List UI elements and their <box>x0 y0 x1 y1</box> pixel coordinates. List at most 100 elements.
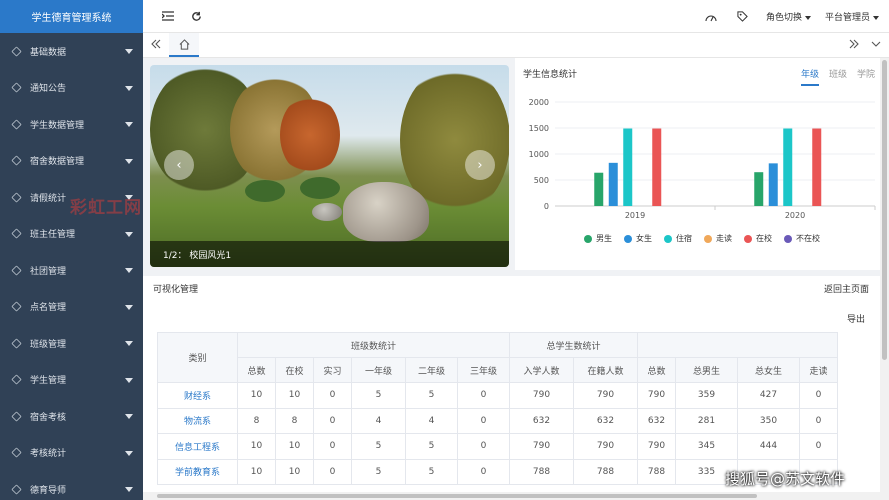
category-link[interactable]: 学前教育系 <box>157 458 238 485</box>
sidebar-item[interactable]: 学生管理 <box>0 362 143 399</box>
y-tick-label: 1500 <box>529 124 549 133</box>
menu-fold-icon[interactable] <box>159 7 177 25</box>
legend-swatch <box>704 234 712 243</box>
section-header: 可视化管理 返回主页面 <box>143 276 889 298</box>
tab-class[interactable]: 班级 <box>829 67 847 86</box>
sidebar-item[interactable]: 基础数据 <box>0 33 143 70</box>
chart-bar <box>812 128 822 206</box>
scroll-right-icon[interactable] <box>849 39 859 52</box>
sidebar-item[interactable]: 考核统计 <box>0 435 143 472</box>
column-header: 入学人数 <box>509 357 574 383</box>
legend-swatch <box>744 234 752 243</box>
sidebar-item[interactable]: 德育导师 <box>0 471 143 500</box>
back-home-link[interactable]: 返回主页面 <box>824 282 869 295</box>
role-switch-dropdown[interactable]: 角色切换 <box>766 10 811 23</box>
y-tick-label: 2000 <box>529 98 549 107</box>
column-header: 一年级 <box>351 357 406 383</box>
tab-home[interactable] <box>169 33 199 57</box>
carousel-next-button[interactable]: › <box>465 150 495 180</box>
table-cell: 0 <box>313 407 352 434</box>
cube-icon <box>11 301 22 312</box>
column-header: 在籍人数 <box>573 357 638 383</box>
cube-icon <box>11 484 22 495</box>
column-header: 总数 <box>237 357 276 383</box>
home-icon <box>179 38 189 50</box>
sidebar-item[interactable]: 班级管理 <box>0 325 143 362</box>
shrub-image <box>245 180 285 202</box>
carousel-prev-button[interactable]: ‹ <box>164 150 194 180</box>
scroll-thumb[interactable] <box>882 60 887 360</box>
tab-grade[interactable]: 年级 <box>800 67 819 86</box>
legend-label: 男生 <box>596 234 612 243</box>
cube-icon <box>11 46 22 57</box>
legend-item[interactable]: 在校 <box>744 233 772 244</box>
vertical-scrollbar[interactable] <box>880 58 889 500</box>
sidebar-menu: 基础数据 通知公告 学生数据管理 宿舍数据管理 请假统计 班主任管理 社团管理 点名管理 班级管… <box>0 33 143 500</box>
table-cell: 345 <box>675 433 738 460</box>
user-name: 平台管理员 <box>824 13 870 23</box>
carousel-caption: 1/2： 校园风光1 <box>150 241 509 267</box>
table-cell: 4 <box>351 407 406 434</box>
sidebar-item[interactable]: 点名管理 <box>0 289 143 326</box>
table-cell: 0 <box>799 382 838 409</box>
sidebar-item[interactable]: 班主任管理 <box>0 216 143 253</box>
user-dropdown[interactable]: 平台管理员 <box>825 10 879 23</box>
sidebar-item[interactable]: 通知公告 <box>0 70 143 107</box>
export-button[interactable]: 导出 <box>847 312 865 325</box>
sidebar-item[interactable]: 宿舍考核 <box>0 398 143 435</box>
sidebar-item-label: 德育导师 <box>30 485 67 496</box>
table-cell: 632 <box>637 407 676 434</box>
tag-icon[interactable] <box>734 8 752 26</box>
table-cell: 788 <box>509 458 574 485</box>
horizontal-scrollbar[interactable] <box>143 492 889 500</box>
sidebar-item-label: 学生数据管理 <box>30 120 85 131</box>
legend-item[interactable]: 走读 <box>704 233 732 244</box>
sidebar-item[interactable]: 学生数据管理 <box>0 106 143 143</box>
legend-item[interactable]: 女生 <box>624 233 652 244</box>
category-link[interactable]: 物流系 <box>157 407 238 434</box>
dashboard-icon[interactable] <box>702 8 720 26</box>
y-tick-label: 1000 <box>529 150 549 159</box>
header-student-stats: 总学生数统计 <box>509 332 638 358</box>
sidebar-item-label: 班级管理 <box>30 339 67 350</box>
top-bar: 角色切换 平台管理员 <box>143 0 889 33</box>
chevron-down-icon[interactable] <box>871 39 881 52</box>
legend-item[interactable]: 住宿 <box>664 233 692 244</box>
category-link[interactable]: 财经系 <box>157 382 238 409</box>
chart-bar <box>652 128 662 206</box>
scroll-left-icon[interactable] <box>151 39 161 52</box>
table-cell: 790 <box>637 433 676 460</box>
column-header: 总女生 <box>737 357 800 383</box>
table-cell: 0 <box>457 458 510 485</box>
table-cell: 10 <box>275 382 314 409</box>
legend-swatch <box>784 234 792 243</box>
table-row: 财经系 10 10 0 5 5 0 790 790 790 359 427 0 <box>157 382 838 409</box>
legend-item[interactable]: 不在校 <box>784 233 820 244</box>
table-row: 信息工程系 10 10 0 5 5 0 790 790 790 345 444 0 <box>157 433 838 460</box>
table-cell: 788 <box>573 458 638 485</box>
refresh-icon[interactable] <box>187 7 205 25</box>
tree-image <box>280 95 340 175</box>
export-row: 导出 <box>143 298 889 328</box>
legend-label: 走读 <box>716 234 732 243</box>
chevron-down-icon <box>125 49 133 55</box>
table-cell: 790 <box>509 433 574 460</box>
watermark-bottom: 搜狐号@苏文软件 <box>725 470 846 488</box>
tab-college[interactable]: 学院 <box>857 67 875 86</box>
chart-bar <box>754 172 764 206</box>
legend-label: 不在校 <box>796 234 820 243</box>
table-cell: 427 <box>737 382 800 409</box>
sidebar-item-label: 点名管理 <box>30 303 67 314</box>
table-cell: 790 <box>509 382 574 409</box>
table-cell: 5 <box>351 433 406 460</box>
sidebar-item-label: 宿舍考核 <box>30 412 67 423</box>
table-cell: 790 <box>637 382 676 409</box>
legend-item[interactable]: 男生 <box>584 233 612 244</box>
table-cell: 5 <box>405 433 458 460</box>
sidebar-item[interactable]: 宿舍数据管理 <box>0 143 143 180</box>
sidebar-item[interactable]: 社团管理 <box>0 252 143 289</box>
chart-bar <box>623 128 633 206</box>
sidebar-item-label: 基础数据 <box>30 47 67 58</box>
scroll-thumb[interactable] <box>157 494 757 498</box>
category-link[interactable]: 信息工程系 <box>157 433 238 460</box>
